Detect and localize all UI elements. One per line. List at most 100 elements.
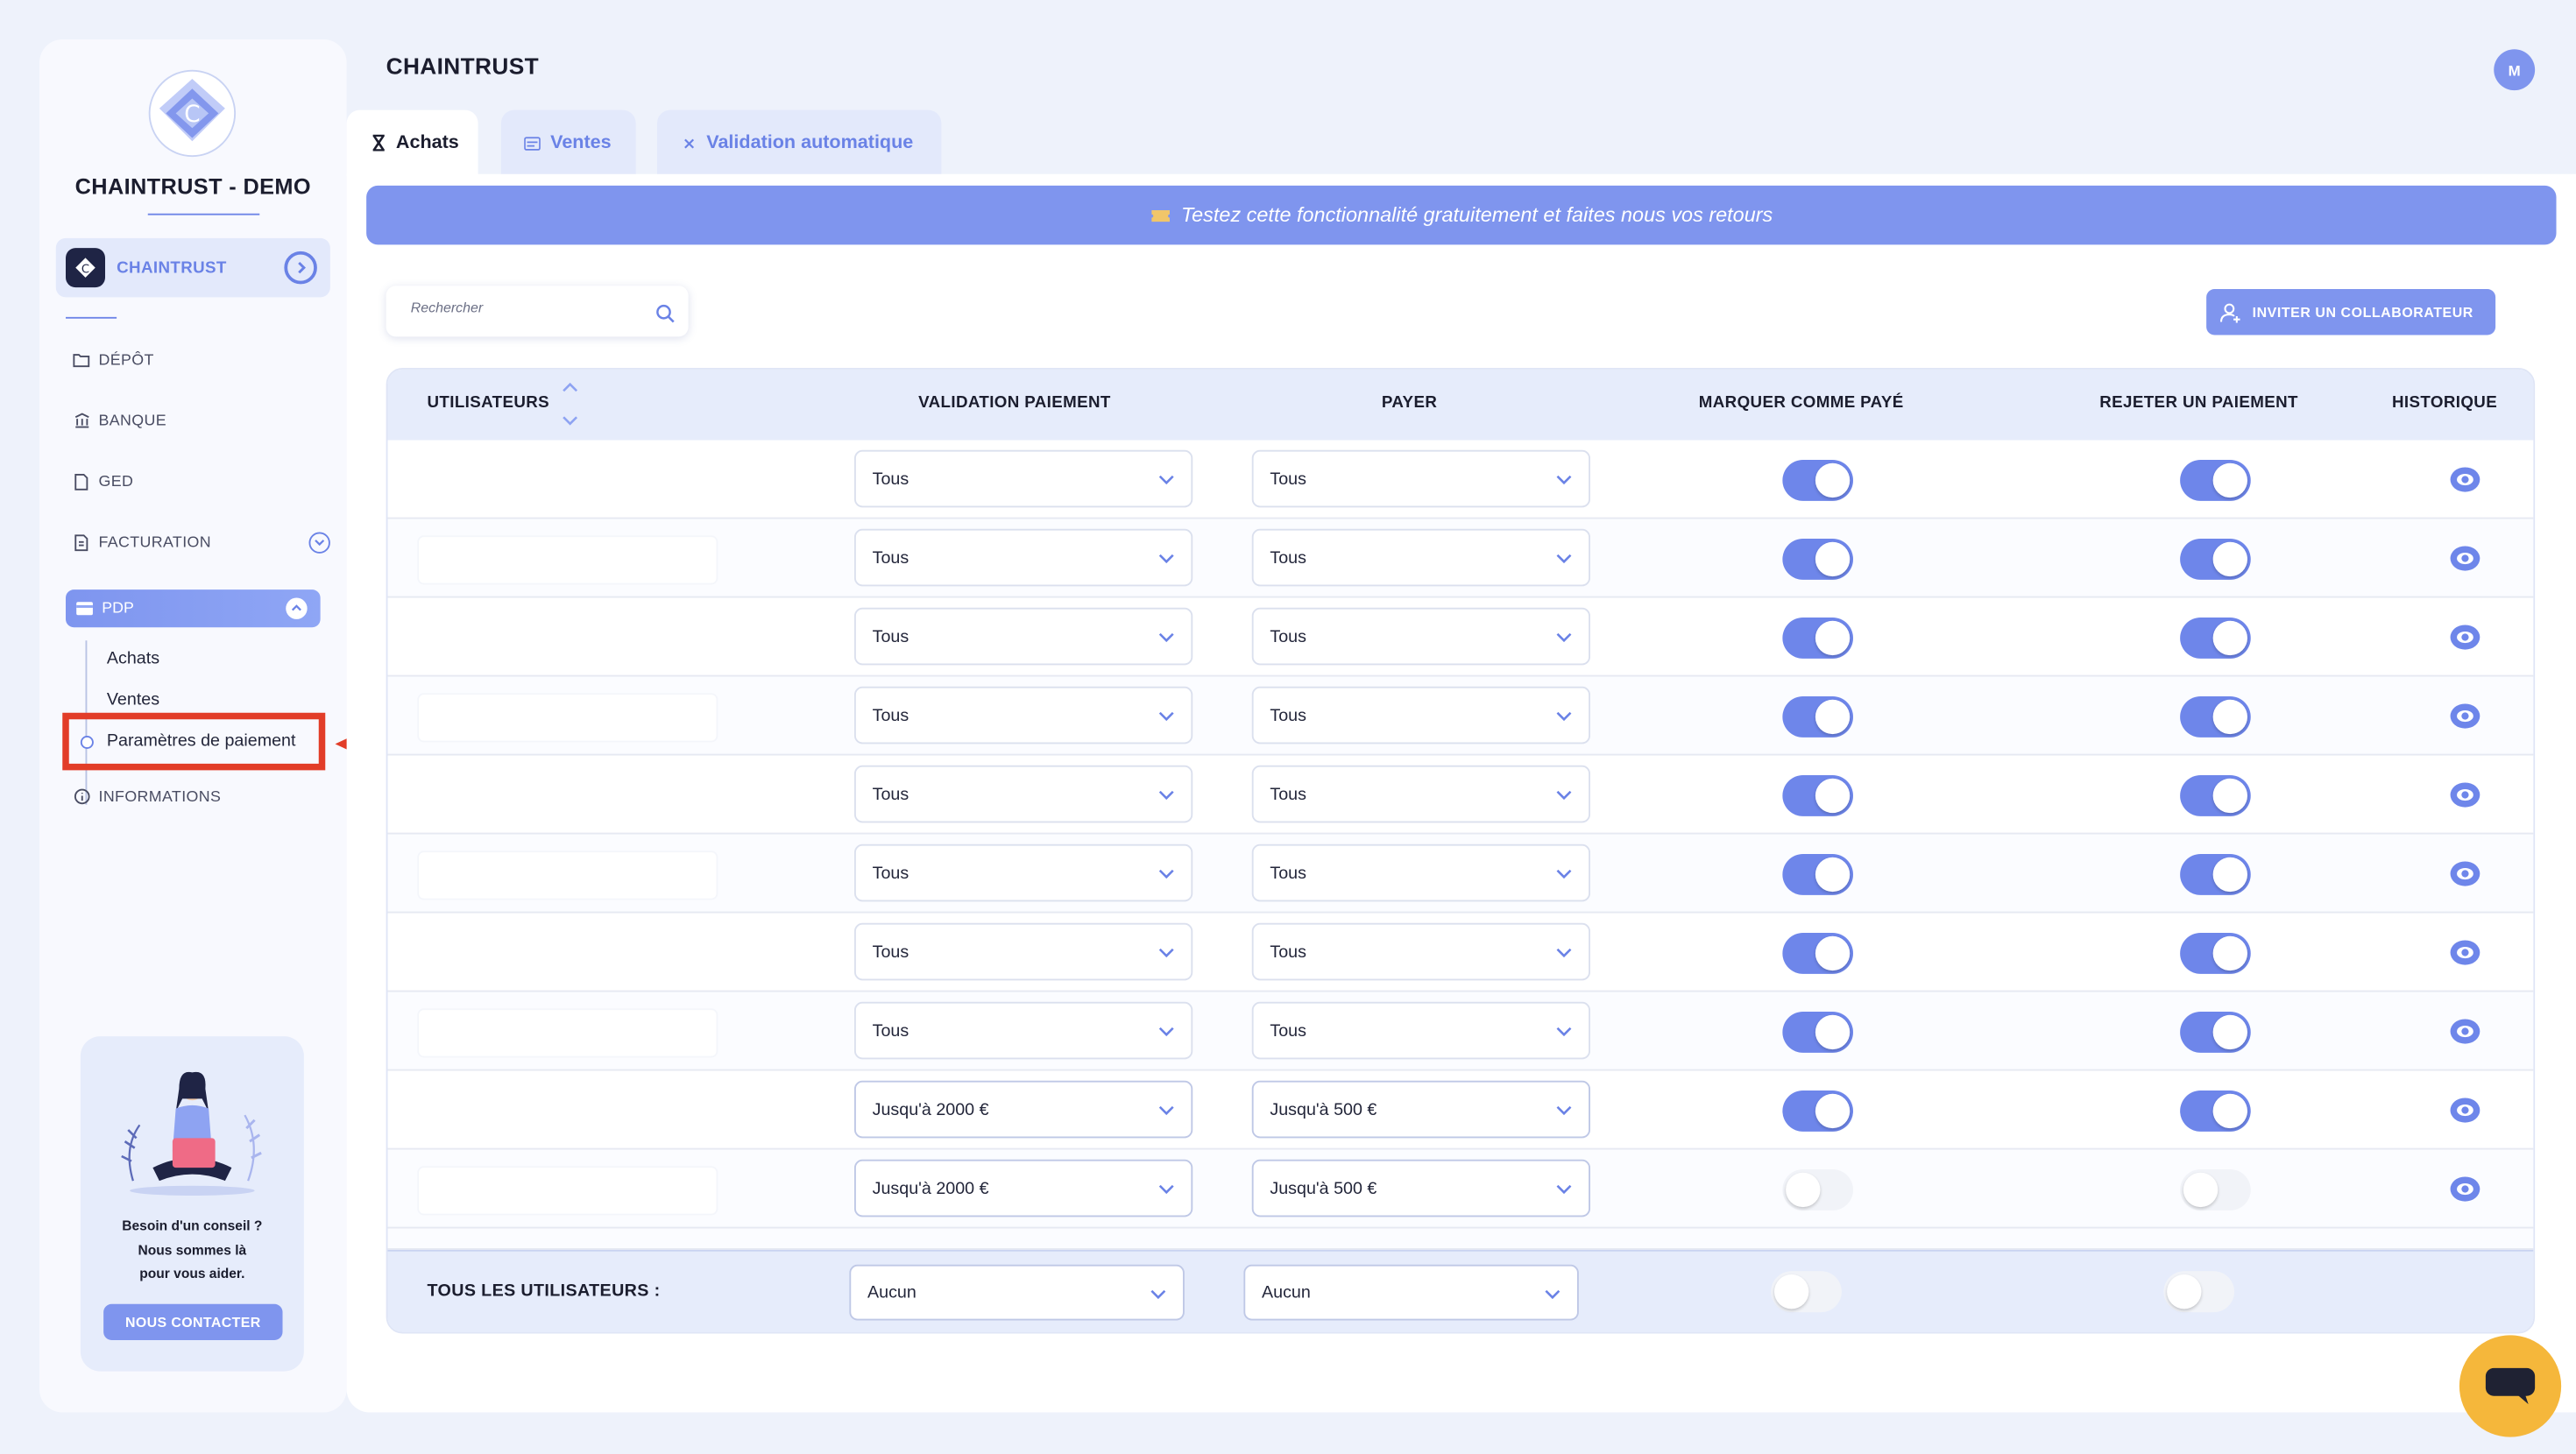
- payer-select[interactable]: Tous: [1251, 765, 1590, 823]
- chevron-down-icon: [1556, 471, 1573, 488]
- marquer-toggle[interactable]: [1782, 1090, 1853, 1132]
- payer-select[interactable]: Tous: [1251, 1001, 1590, 1060]
- subnav-item-ventes[interactable]: Ventes: [107, 690, 159, 710]
- svg-text:C: C: [81, 263, 89, 276]
- invite-collaborator-button[interactable]: INVITER UN COLLABORATEUR: [2206, 289, 2496, 335]
- all-marquer-toggle[interactable]: [1771, 1271, 1842, 1313]
- nav-item-ged[interactable]: GED: [73, 468, 134, 494]
- rejeter-toggle[interactable]: [2180, 1090, 2251, 1132]
- marquer-toggle[interactable]: [1782, 1012, 1853, 1053]
- chevron-down-icon: [1158, 629, 1175, 646]
- nav-item-informations[interactable]: INFORMATIONS: [73, 783, 222, 809]
- contact-button[interactable]: NOUS CONTACTER: [103, 1303, 283, 1340]
- search-icon[interactable]: [655, 302, 676, 323]
- payer-select[interactable]: Tous: [1251, 922, 1590, 981]
- rejeter-toggle[interactable]: [2180, 460, 2251, 501]
- eye-icon[interactable]: [2450, 782, 2481, 808]
- eye-icon[interactable]: [2450, 625, 2481, 651]
- logo-icon[interactable]: C: [148, 69, 237, 158]
- tab-label: Achats: [395, 132, 459, 153]
- payer-select[interactable]: Tous: [1251, 843, 1590, 902]
- rejeter-toggle[interactable]: [2180, 854, 2251, 895]
- user-name-cell: [419, 1010, 717, 1056]
- all-rejeter-toggle[interactable]: [2163, 1271, 2234, 1313]
- info-banner: Testez cette fonctionnalité gratuitement…: [366, 185, 2557, 245]
- eye-icon[interactable]: [2450, 703, 2481, 730]
- chevron-up-icon[interactable]: [286, 597, 308, 619]
- search-box[interactable]: [386, 286, 689, 337]
- validation-select[interactable]: Tous: [854, 843, 1193, 902]
- validation-select[interactable]: Tous: [854, 528, 1193, 587]
- validation-select[interactable]: Tous: [854, 922, 1193, 981]
- avatar[interactable]: M: [2494, 49, 2536, 91]
- validation-select[interactable]: Tous: [854, 607, 1193, 666]
- eye-icon[interactable]: [2450, 546, 2481, 572]
- marquer-toggle[interactable]: [1782, 618, 1853, 659]
- validation-select[interactable]: Tous: [854, 449, 1193, 508]
- eye-icon[interactable]: [2450, 467, 2481, 493]
- payer-select[interactable]: Tous: [1251, 686, 1590, 745]
- marquer-toggle[interactable]: [1782, 460, 1853, 501]
- all-validation-select[interactable]: Aucun: [849, 1264, 1185, 1321]
- org-switcher[interactable]: C CHAINTRUST: [55, 237, 330, 298]
- eye-icon[interactable]: [2450, 1098, 2481, 1124]
- rejeter-toggle[interactable]: [2180, 933, 2251, 974]
- payer-select[interactable]: Tous: [1251, 607, 1590, 666]
- marquer-toggle[interactable]: [1782, 1169, 1853, 1210]
- user-name-cell: [419, 1168, 717, 1214]
- chevron-down-icon: [1556, 787, 1573, 803]
- sort-icon[interactable]: [562, 381, 578, 427]
- tab-validation-automatique[interactable]: Validation automatique: [657, 109, 942, 176]
- select-value: Tous: [872, 469, 909, 489]
- marquer-toggle[interactable]: [1782, 696, 1853, 738]
- validation-select[interactable]: Tous: [854, 1001, 1193, 1060]
- column-header-users[interactable]: UTILISATEURS: [428, 394, 550, 413]
- svg-text:C: C: [184, 102, 200, 128]
- eye-icon[interactable]: [2450, 861, 2481, 887]
- chevron-down-icon: [1556, 1102, 1573, 1119]
- nav-item-banque[interactable]: BANQUE: [73, 407, 166, 434]
- chat-icon[interactable]: [2459, 1335, 2562, 1437]
- brand-title: CHAINTRUST - DEMO: [74, 173, 311, 199]
- nav-item-depot[interactable]: DÉPÔT: [73, 347, 154, 373]
- nav-item-facturation[interactable]: FACTURATION: [73, 529, 330, 555]
- marquer-toggle[interactable]: [1782, 775, 1853, 816]
- chevron-down-icon: [1158, 1181, 1175, 1197]
- select-value: Tous: [872, 942, 909, 962]
- marquer-toggle[interactable]: [1782, 539, 1853, 580]
- chevron-right-icon[interactable]: [284, 251, 317, 285]
- eye-icon[interactable]: [2450, 1176, 2481, 1203]
- marquer-toggle[interactable]: [1782, 854, 1853, 895]
- rejeter-toggle[interactable]: [2180, 539, 2251, 580]
- nav-item-pdp[interactable]: PDP: [66, 589, 321, 628]
- validation-select[interactable]: Jusqu'à 2000 €: [854, 1080, 1193, 1139]
- chevron-down-icon: [1150, 1286, 1167, 1302]
- rejeter-toggle[interactable]: [2180, 1012, 2251, 1053]
- tab-achats[interactable]: Achats: [346, 109, 478, 176]
- rejeter-toggle[interactable]: [2180, 1169, 2251, 1210]
- validation-select[interactable]: Tous: [854, 686, 1193, 745]
- eye-icon[interactable]: [2450, 940, 2481, 966]
- chevron-down-icon: [1556, 865, 1573, 882]
- card-icon: [75, 601, 94, 616]
- all-payer-select[interactable]: Aucun: [1243, 1264, 1579, 1321]
- rejeter-toggle[interactable]: [2180, 775, 2251, 816]
- select-value: Jusqu'à 500 €: [1270, 1099, 1377, 1119]
- document-icon: [73, 472, 91, 491]
- payer-select[interactable]: Tous: [1251, 449, 1590, 508]
- payer-select[interactable]: Jusqu'à 500 €: [1251, 1080, 1590, 1139]
- user-name-cell: [419, 695, 717, 741]
- payer-select[interactable]: Jusqu'à 500 €: [1251, 1159, 1590, 1218]
- subnav-item-achats[interactable]: Achats: [107, 649, 159, 669]
- org-name: CHAINTRUST: [117, 258, 227, 277]
- rejeter-toggle[interactable]: [2180, 618, 2251, 659]
- validation-select[interactable]: Tous: [854, 765, 1193, 823]
- validation-select[interactable]: Jusqu'à 2000 €: [854, 1159, 1193, 1218]
- chevron-down-icon[interactable]: [308, 531, 330, 553]
- tab-ventes[interactable]: Ventes: [500, 109, 636, 176]
- rejeter-toggle[interactable]: [2180, 696, 2251, 738]
- marquer-toggle[interactable]: [1782, 933, 1853, 974]
- eye-icon[interactable]: [2450, 1019, 2481, 1045]
- payer-select[interactable]: Tous: [1251, 528, 1590, 587]
- search-input[interactable]: [410, 299, 641, 315]
